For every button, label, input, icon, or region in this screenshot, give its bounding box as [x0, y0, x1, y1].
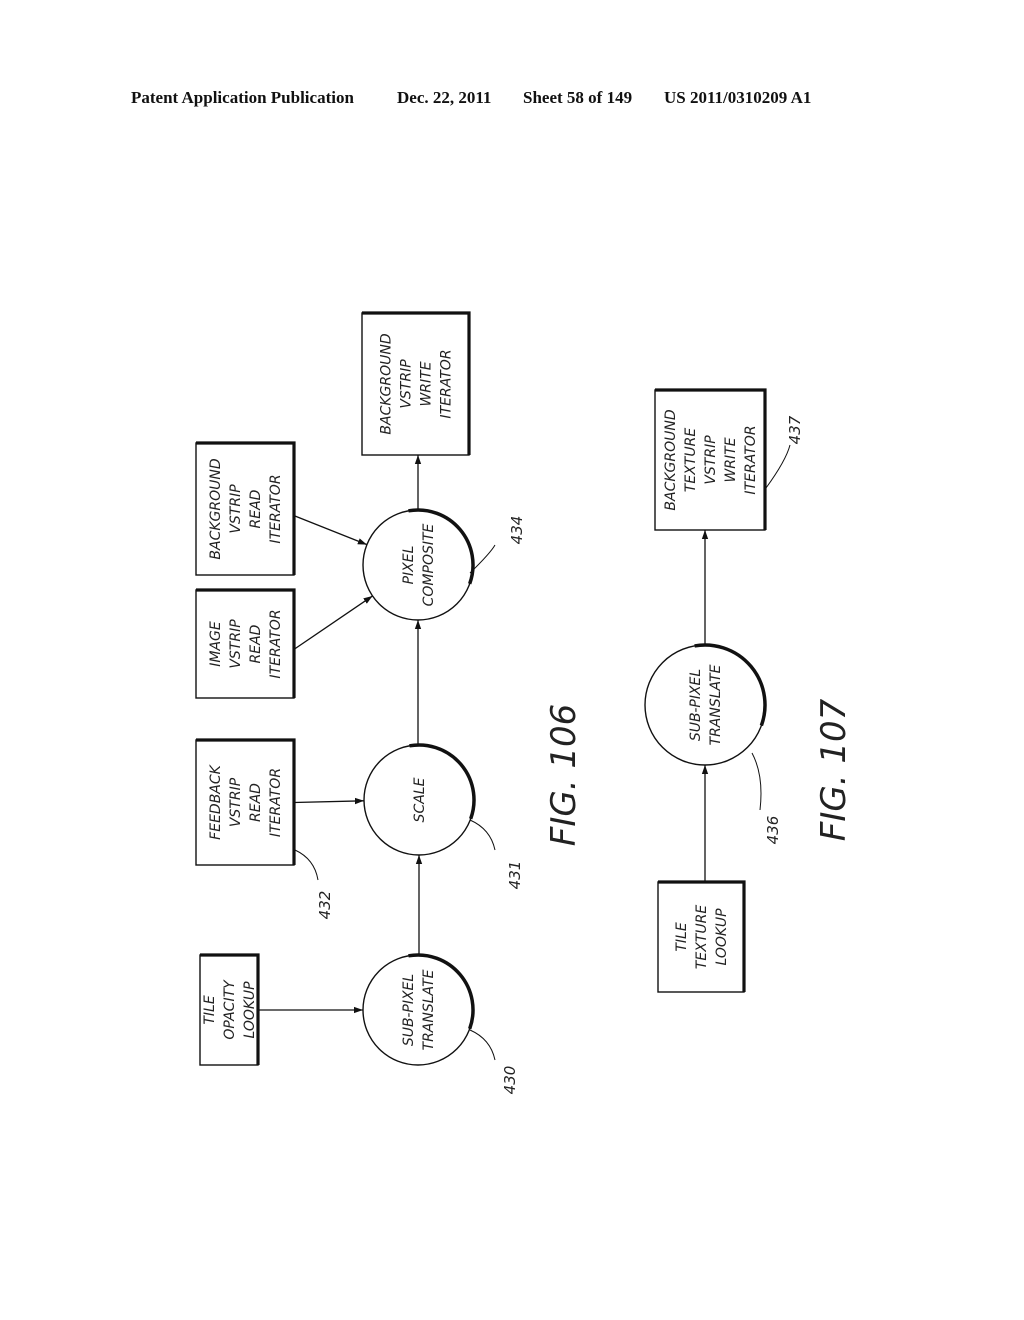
background-vstrip-read-iterator-label-line: BACKGROUND [208, 458, 224, 559]
pixel-composite-node [362, 508, 475, 621]
image-vstrip-read-iterator-label-line: READ [248, 624, 264, 663]
feedback-vstrip-read-iterator-label-line: ITERATOR [268, 768, 284, 837]
background-vstrip-write-iterator-label-line: ITERATOR [438, 349, 454, 418]
ref-431-leader [469, 819, 496, 851]
sub-pixel-translate-label-line: SUB-PIXEL [401, 974, 417, 1046]
ref-432-label: 432 [316, 891, 334, 920]
background-vstrip-write-iterator-label-line: WRITE [418, 361, 434, 406]
tile-texture-lookup-label-line: LOOKUP [714, 908, 730, 966]
sub-pixel-translate-node [362, 953, 475, 1066]
edge-background-vstrip-read-iterator-to-pixel-composite [293, 514, 368, 546]
image-vstrip-read-iterator-label-line: IMAGE [208, 621, 224, 667]
background-texture-vstrip-write-iterator-label-line: TEXTURE [683, 428, 699, 493]
scale-label-line: SCALE [412, 777, 428, 822]
edge-image-vstrip-read-iterator-to-pixel-composite [293, 595, 373, 650]
ref-430-label: 430 [501, 1066, 519, 1095]
sub-pixel-translate-label-line: TRANSLATE [421, 969, 437, 1050]
edge-feedback-vstrip-read-iterator-to-scale [293, 797, 365, 805]
scale-label: SCALE [412, 777, 428, 822]
background-vstrip-write-iterator-label-line: BACKGROUND [378, 333, 394, 434]
feedback-vstrip-read-iterator-label-line: VSTRIP [228, 777, 244, 827]
background-vstrip-write-iterator-label-line: VSTRIP [398, 359, 414, 409]
fig107-caption: FIG. 107 [814, 698, 854, 841]
ref-436-label: 436 [764, 816, 782, 845]
ref-430-leader [469, 1029, 496, 1061]
background-texture-vstrip-write-iterator-label-line: VSTRIP [703, 435, 719, 485]
ref-437-label: 437 [786, 415, 804, 444]
ref-436-leader [751, 752, 762, 811]
background-texture-vstrip-write-iterator-label-line: ITERATOR [743, 425, 759, 494]
feedback-vstrip-read-iterator-label-line: FEEDBACK [208, 763, 224, 839]
tile-opacity-lookup-label-line: LOOKUP [242, 981, 258, 1039]
background-vstrip-read-iterator-label-line: ITERATOR [268, 474, 284, 543]
image-vstrip-read-iterator-label-line: VSTRIP [228, 619, 244, 669]
patent-drawing: 432430431434FIG. 106TILE OPACITY LOOKUPFEE… [195, 311, 854, 1095]
sub-pixel-translate-2-node [644, 643, 767, 766]
ref-434-label: 434 [508, 516, 526, 545]
tile-opacity-lookup-label-line: TILE [202, 995, 218, 1024]
background-texture-vstrip-write-iterator-label-line: WRITE [723, 437, 739, 482]
ref-437-leader [765, 444, 791, 489]
ref-431-label: 431 [506, 861, 524, 890]
feedback-vstrip-read-iterator-label-line: READ [248, 783, 264, 822]
background-vstrip-read-iterator-label-line: READ [248, 489, 264, 528]
ref-432-leader [294, 849, 319, 881]
background-texture-vstrip-write-iterator-label-line: BACKGROUND [663, 409, 679, 510]
pixel-composite-label-line: PIXEL [401, 546, 417, 585]
tile-texture-lookup-label-line: TEXTURE [694, 905, 710, 970]
image-vstrip-read-iterator-label-line: ITERATOR [268, 609, 284, 678]
background-vstrip-read-iterator-label-line: VSTRIP [228, 484, 244, 534]
pixel-composite-label-line: COMPOSITE [421, 523, 437, 606]
sub-pixel-translate-2-label-line: TRANSLATE [708, 664, 724, 745]
fig106-caption: FIG. 106 [544, 704, 584, 846]
tile-texture-lookup-label-line: TILE [674, 922, 690, 951]
drawing-layer: 432430431434FIG. 106TILE OPACITY LOOKUPFEE… [195, 311, 854, 1095]
sub-pixel-translate-2-label-line: SUB-PIXEL [688, 669, 704, 741]
tile-opacity-lookup-label-line: OPACITY [222, 979, 238, 1040]
